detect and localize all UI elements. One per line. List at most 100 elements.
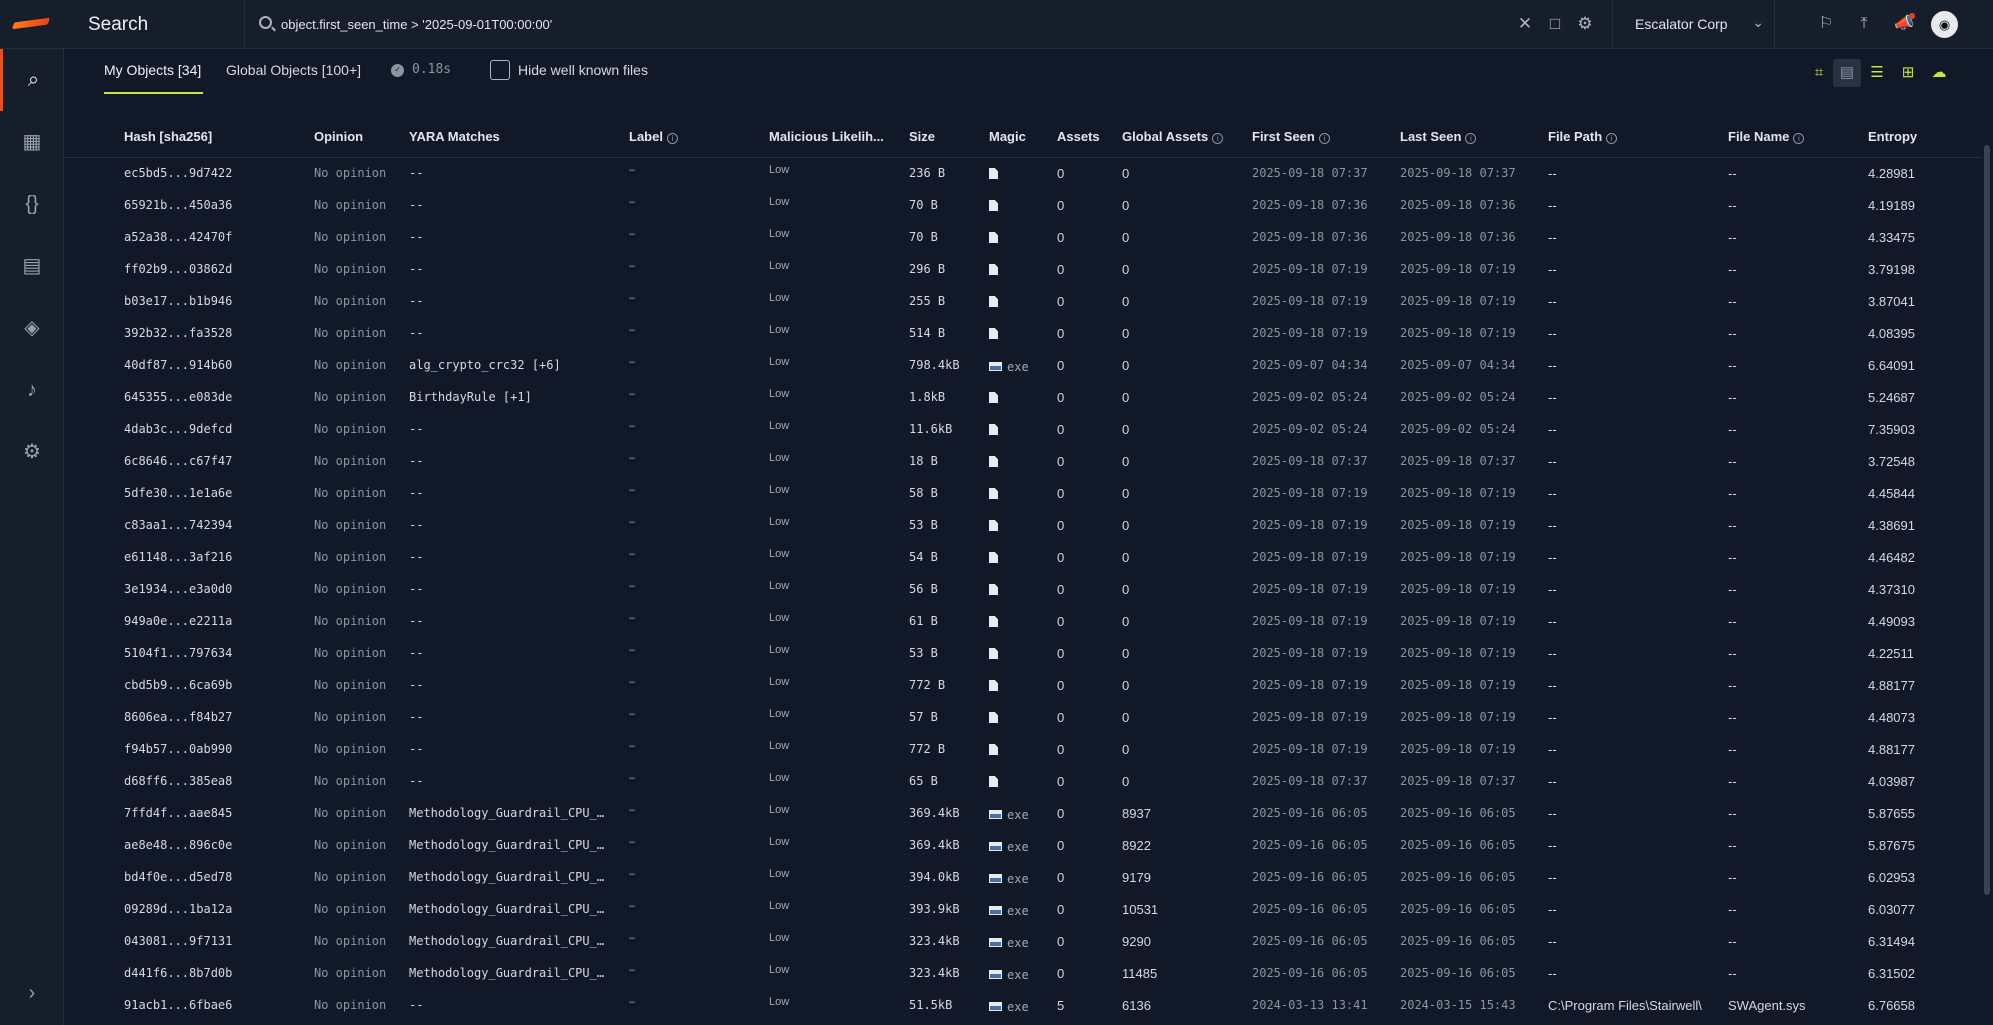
table-row[interactable]: 3e1934...e3a0d0 No opinion -- – Low 56 B 0 0 202… — [64, 575, 1982, 607]
cell-hash[interactable]: 09289d...1ba12a — [124, 902, 304, 916]
info-icon[interactable]: i — [1318, 133, 1330, 144]
cell-hash[interactable]: 40df87...914b60 — [124, 358, 304, 372]
table-row[interactable]: cbd5b9...6ca69b No opinion -- – Low 772 B 0 0 20… — [64, 671, 1982, 703]
column-header-opinion[interactable]: Opinion — [314, 129, 363, 144]
table-row[interactable]: 4dab3c...9defcd No opinion -- – Low 11.6kB 0 0 2… — [64, 415, 1982, 447]
variables-icon[interactable]: {} — [0, 173, 64, 235]
cell-hash[interactable]: 7ffd4f...aae845 — [124, 806, 304, 820]
cell-hash[interactable]: ff02b9...03862d — [124, 262, 304, 276]
scrollbar-thumb[interactable] — [1984, 145, 1990, 895]
table-row[interactable]: 6c8646...c67f47 No opinion -- – Low 18 B 0 0 202… — [64, 447, 1982, 479]
dashboard-icon[interactable]: ▦ — [0, 111, 64, 173]
column-header-global-assets[interactable]: Global Assets i — [1122, 129, 1224, 144]
column-header-file-name[interactable]: File Name i — [1728, 129, 1805, 144]
bookmark-icon[interactable]: □ — [1545, 14, 1565, 34]
cloud-download-icon[interactable]: ☁ — [1925, 59, 1953, 87]
table-row[interactable]: 043081...9f7131 No opinion Methodology_Gua… — [64, 927, 1982, 959]
cell-hash[interactable]: 6c8646...c67f47 — [124, 454, 304, 468]
info-icon[interactable]: i — [1212, 133, 1224, 144]
cell-hash[interactable]: 65921b...450a36 — [124, 198, 304, 212]
column-header-file-path[interactable]: File Path i — [1548, 129, 1618, 144]
cell-hash[interactable]: 392b32...fa3528 — [124, 326, 304, 340]
app-logo[interactable] — [0, 0, 64, 49]
cell-hash[interactable]: 5104f1...797634 — [124, 646, 304, 660]
gear-icon[interactable]: ⚙ — [0, 421, 64, 483]
cell-hash[interactable]: 645355...e083de — [124, 390, 304, 404]
layers-icon[interactable]: ◈ — [0, 297, 64, 359]
org-selector[interactable]: Escalator Corp ⌄ — [1613, 0, 1775, 49]
cell-hash[interactable]: 949a0e...e2211a — [124, 614, 304, 628]
table-row[interactable]: bd4f0e...d5ed78 No opinion Methodology_Gua… — [64, 863, 1982, 895]
tab-global-objects[interactable]: Global Objects [100+] — [226, 62, 361, 78]
cell-hash[interactable]: 5dfe30...1e1a6e — [124, 486, 304, 500]
table-row[interactable]: 645355...e083de No opinion BirthdayRule [+… — [64, 383, 1982, 415]
filter-settings-icon[interactable]: ⚙ — [1575, 14, 1595, 34]
clear-icon[interactable]: ✕ — [1515, 14, 1535, 34]
cell-hash[interactable]: a52a38...42470f — [124, 230, 304, 244]
cell-hash[interactable]: d441f6...8b7d0b — [124, 966, 304, 980]
cell-hash[interactable]: 8606ea...f84b27 — [124, 710, 304, 724]
hide-known-files-checkbox[interactable] — [490, 60, 510, 80]
column-header-size[interactable]: Size — [909, 129, 935, 144]
table-row[interactable]: d68ff6...385ea8 No opinion -- – Low 65 B 0 0 202… — [64, 767, 1982, 799]
bell-icon[interactable]: ♪ — [0, 359, 64, 421]
bookmarks-icon[interactable]: ⚐ — [1815, 13, 1837, 35]
cell-hash[interactable]: cbd5b9...6ca69b — [124, 678, 304, 692]
cell-hash[interactable]: 91acb1...6fbae6 — [124, 998, 304, 1012]
user-avatar-icon[interactable]: ◉ — [1931, 11, 1958, 38]
list-view-icon[interactable]: ☰ — [1863, 59, 1891, 87]
table-row[interactable]: ae8e48...896c0e No opinion Methodology_Gua… — [64, 831, 1982, 863]
column-header-assets[interactable]: Assets — [1057, 129, 1100, 144]
cell-hash[interactable]: ec5bd5...9d7422 — [124, 166, 304, 180]
table-row[interactable]: 8606ea...f84b27 No opinion -- – Low 57 B 0 0 202… — [64, 703, 1982, 735]
column-header-likelihood[interactable]: Malicious Likelih... — [769, 129, 884, 144]
info-icon[interactable]: i — [1465, 133, 1477, 144]
column-header-yara[interactable]: YARA Matches — [409, 129, 500, 144]
table-row[interactable]: 5104f1...797634 No opinion -- – Low 53 B 0 0 202… — [64, 639, 1982, 671]
tab-my-objects[interactable]: My Objects [34] — [104, 62, 201, 78]
cell-hash[interactable]: 3e1934...e3a0d0 — [124, 582, 304, 596]
cell-hash[interactable]: 043081...9f7131 — [124, 934, 304, 948]
info-icon[interactable]: i — [1606, 133, 1618, 144]
search-icon[interactable]: ⌕ — [0, 49, 64, 111]
table-row[interactable]: 7ffd4f...aae845 No opinion Methodology_Gua… — [64, 799, 1982, 831]
cell-hash[interactable]: f94b57...0ab990 — [124, 742, 304, 756]
info-icon[interactable]: i — [1793, 133, 1805, 144]
column-header-first-seen[interactable]: First Seen i — [1252, 129, 1330, 144]
table-row[interactable]: 40df87...914b60 No opinion alg_crypto_crc3… — [64, 351, 1982, 383]
cell-hash[interactable]: bd4f0e...d5ed78 — [124, 870, 304, 884]
table-row[interactable]: b03e17...b1b946 No opinion -- – Low 255 B 0 0 20… — [64, 287, 1982, 319]
expand-icon[interactable]: › — [0, 962, 64, 1024]
tag-view-icon[interactable]: ⌗ — [1805, 59, 1833, 87]
cell-hash[interactable]: ae8e48...896c0e — [124, 838, 304, 852]
cell-hash[interactable]: c83aa1...742394 — [124, 518, 304, 532]
vertical-scrollbar[interactable] — [1982, 115, 1993, 1025]
column-header-hash[interactable]: Hash [sha256] — [124, 129, 212, 144]
clipboard-view-icon[interactable]: ▤ — [1833, 59, 1861, 87]
column-header-magic[interactable]: Magic — [989, 129, 1026, 144]
table-row[interactable]: 91acb1...6fbae6 No opinion -- – Low 51.5kB exe… — [64, 991, 1982, 1023]
cell-hash[interactable]: d68ff6...385ea8 — [124, 774, 304, 788]
info-icon[interactable]: i — [666, 133, 678, 144]
table-row[interactable]: c83aa1...742394 No opinion -- – Low 53 B 0 0 202… — [64, 511, 1982, 543]
table-row[interactable]: 392b32...fa3528 No opinion -- – Low 514 B 0 0 20… — [64, 319, 1982, 351]
table-row[interactable]: 949a0e...e2211a No opinion -- – Low 61 B 0 0 202… — [64, 607, 1982, 639]
table-row[interactable]: 09289d...1ba12a No opinion Methodology_Gua… — [64, 895, 1982, 927]
cell-hash[interactable]: 4dab3c...9defcd — [124, 422, 304, 436]
announcements-icon[interactable]: 📣 — [1893, 13, 1915, 35]
grid-view-icon[interactable]: ⊞ — [1894, 59, 1922, 87]
table-row[interactable]: d441f6...8b7d0b No opinion Methodology_Gua… — [64, 959, 1982, 991]
column-header-entropy[interactable]: Entropy — [1868, 129, 1917, 144]
table-row[interactable]: 5dfe30...1e1a6e No opinion -- – Low 58 B 0 0 202… — [64, 479, 1982, 511]
table-row[interactable]: ff02b9...03862d No opinion -- – Low 296 B 0 0 20… — [64, 255, 1982, 287]
table-row[interactable]: f94b57...0ab990 No opinion -- – Low 772 B 0 0 20… — [64, 735, 1982, 767]
table-row[interactable]: ec5bd5...9d7422 No opinion -- – Low 236 B 0 0 20… — [64, 159, 1982, 191]
cell-hash[interactable]: b03e17...b1b946 — [124, 294, 304, 308]
cell-hash[interactable]: e61148...3af216 — [124, 550, 304, 564]
column-header-last-seen[interactable]: Last Seen i — [1400, 129, 1477, 144]
upload-icon[interactable]: ⤒ — [1853, 13, 1875, 35]
column-header-label[interactable]: Label i — [629, 129, 678, 144]
table-row[interactable]: e61148...3af216 No opinion -- – Low 54 B 0 0 202… — [64, 543, 1982, 575]
assets-icon[interactable]: ▤ — [0, 235, 64, 297]
table-row[interactable]: a52a38...42470f No opinion -- – Low 70 B 0 0 202… — [64, 223, 1982, 255]
